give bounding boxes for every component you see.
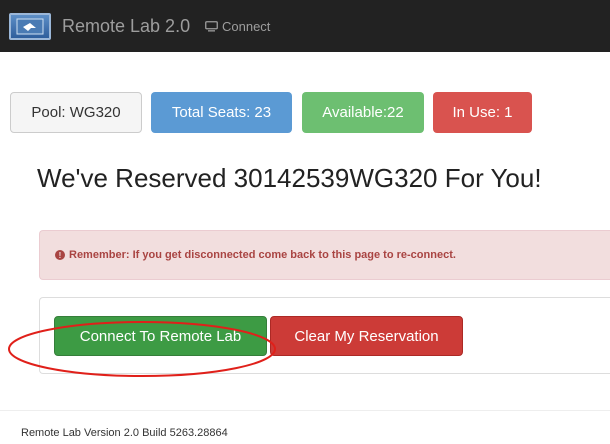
available-badge: Available:22 bbox=[302, 92, 424, 133]
pool-badge: Pool: WG320 bbox=[10, 92, 142, 133]
total-seats-badge: Total Seats: 23 bbox=[151, 92, 292, 133]
version-footer: Remote Lab Version 2.0 Build 5263.28864 bbox=[21, 427, 228, 439]
clear-reservation-button[interactable]: Clear My Reservation bbox=[270, 316, 463, 356]
monitor-icon bbox=[205, 21, 218, 32]
connect-to-remote-lab-button[interactable]: Connect To Remote Lab bbox=[54, 316, 267, 356]
remote-lab-logo-icon[interactable] bbox=[9, 13, 51, 40]
in-use-badge: In Use: 1 bbox=[433, 92, 532, 133]
alert-text: Remember: If you get disconnected come b… bbox=[69, 249, 456, 261]
reservation-heading: We've Reserved 30142539WG320 For You! bbox=[37, 163, 542, 193]
top-navbar: Remote Lab 2.0 Connect bbox=[0, 0, 610, 52]
reconnect-alert: ! Remember: If you get disconnected come… bbox=[39, 230, 610, 280]
nav-connect-label: Connect bbox=[222, 19, 271, 34]
nav-connect-link[interactable]: Connect bbox=[205, 19, 270, 34]
exclamation-circle-icon: ! bbox=[55, 250, 65, 260]
footer-divider bbox=[0, 410, 610, 411]
brand-title[interactable]: Remote Lab 2.0 bbox=[62, 16, 190, 37]
